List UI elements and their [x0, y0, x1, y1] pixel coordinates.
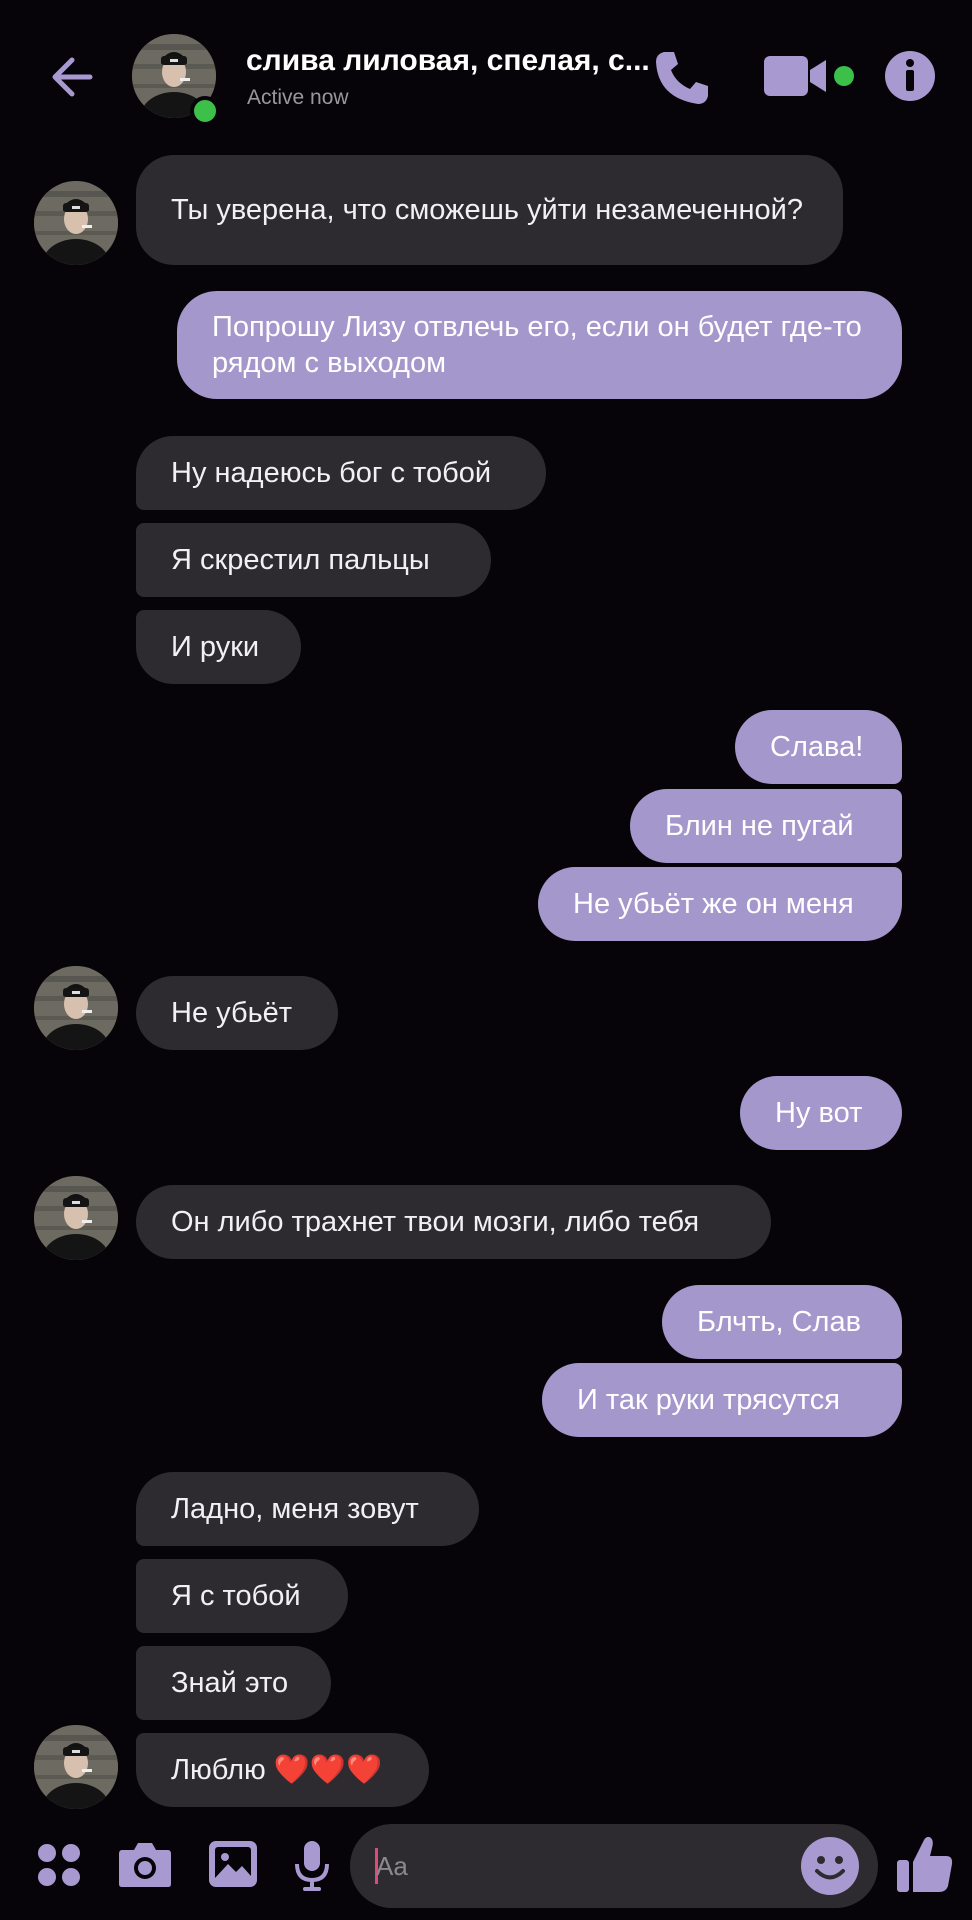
message-bubble-outgoing[interactable]: Не убьёт же он меня	[538, 867, 902, 941]
message-input[interactable]	[350, 1824, 878, 1908]
gallery-icon[interactable]	[208, 1840, 258, 1893]
contact-name[interactable]: слива лиловая, спелая, с...	[246, 44, 650, 78]
active-status: Active now	[247, 86, 349, 109]
message-bubble-incoming[interactable]: Я скрестил пальцы	[136, 523, 491, 597]
message-bubble-incoming[interactable]: Знай это	[136, 1646, 331, 1720]
message-bubble-incoming[interactable]: Я с тобой	[136, 1559, 348, 1633]
apps-grid-icon[interactable]	[36, 1842, 82, 1893]
message-bubble-outgoing[interactable]: Ну вот	[740, 1076, 902, 1150]
emoji-icon[interactable]	[800, 1836, 860, 1896]
camera-icon[interactable]	[118, 1840, 172, 1893]
message-bubble-outgoing[interactable]: И так руки трясутся	[542, 1363, 902, 1437]
contact-avatar-small[interactable]	[34, 1725, 118, 1809]
contact-avatar-small[interactable]	[34, 966, 118, 1050]
video-online-dot	[834, 66, 854, 86]
message-bubble-incoming[interactable]: Он либо трахнет твои мозги, либо тебя	[136, 1185, 771, 1259]
microphone-icon[interactable]	[294, 1840, 330, 1897]
message-bubble-outgoing[interactable]: Блчть, Слав	[662, 1285, 902, 1359]
message-input-placeholder: Aa	[376, 1851, 408, 1881]
info-icon[interactable]	[884, 50, 936, 102]
message-bubble-incoming[interactable]: Ты уверена, что сможешь уйти незамеченно…	[136, 155, 843, 265]
back-arrow-icon[interactable]	[46, 48, 104, 106]
message-bubble-incoming[interactable]: Не убьёт	[136, 976, 338, 1050]
thumbs-up-icon[interactable]	[896, 1834, 954, 1899]
message-bubble-outgoing[interactable]: Попрошу Лизу отвлечь его, если он будет …	[177, 291, 902, 399]
message-bubble-incoming[interactable]: И руки	[136, 610, 301, 684]
message-bubble-outgoing[interactable]: Блин не пугай	[630, 789, 902, 863]
message-bubble-incoming[interactable]: Ладно, меня зовут	[136, 1472, 479, 1546]
contact-avatar-small[interactable]	[34, 181, 118, 265]
phone-icon[interactable]	[650, 46, 714, 110]
message-bubble-outgoing[interactable]: Слава!	[735, 710, 902, 784]
online-status-dot	[190, 96, 220, 126]
message-bubble-incoming[interactable]: Ну надеюсь бог с тобой	[136, 436, 546, 510]
message-bubble-incoming[interactable]: Люблю ❤️❤️❤️	[136, 1733, 429, 1807]
contact-avatar-small[interactable]	[34, 1176, 118, 1260]
video-camera-icon[interactable]	[764, 54, 830, 98]
